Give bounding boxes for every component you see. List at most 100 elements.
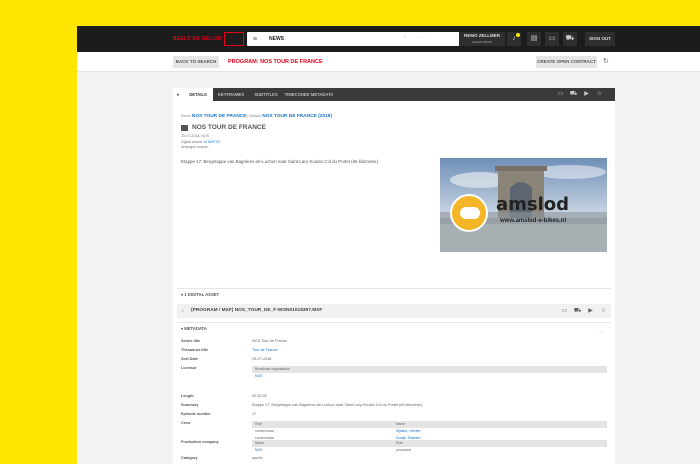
more-options-icon[interactable]: ⋯ bbox=[419, 34, 426, 42]
divider bbox=[177, 288, 611, 289]
metadata-section-header[interactable]: ▾ METADATA bbox=[181, 326, 207, 331]
more-options-icon[interactable]: ⋯ bbox=[599, 330, 604, 336]
cart-icon[interactable]: ⛟ bbox=[563, 32, 577, 46]
cart-icon[interactable]: ⛟ bbox=[573, 306, 582, 316]
user-role: SALES ADMIN bbox=[471, 40, 492, 44]
metadata-row-summary: Summary Etappe 17: Bergetappe van Bagnèr… bbox=[181, 401, 611, 409]
top-navigation-bar: BEELD EN GELUID ≡ NEWS × ⌕ ⋯ REMO ZELLME… bbox=[77, 26, 700, 52]
digital-asset-section-header[interactable]: ▾ 1 DIGITAL ASSET bbox=[181, 292, 219, 297]
folder-icon[interactable]: ▭ bbox=[560, 306, 569, 316]
tab-details[interactable]: DETAILS bbox=[183, 88, 213, 101]
season-prefix: Season bbox=[249, 114, 262, 118]
digital-assets-link[interactable]: 1x MXF22 bbox=[203, 140, 219, 144]
search-input[interactable]: NEWS bbox=[269, 36, 466, 42]
licensor-table: Broadcast organisation NOS bbox=[252, 366, 607, 380]
cart-icon[interactable]: ⛟ bbox=[569, 90, 578, 99]
licensor-label: Licensor bbox=[181, 366, 197, 370]
user-account-button[interactable]: REMO ZELLMER SALES ADMIN bbox=[459, 32, 505, 46]
detail-card: ▾ DETAILS KEYFRAMES SUBTITLES TIMECODED … bbox=[173, 88, 615, 464]
thesaurus-label: Thesaurus title bbox=[181, 348, 209, 352]
prod-name-link[interactable]: NOS bbox=[255, 447, 262, 454]
crew-name-link[interactable]: Dijkstra, Herbert bbox=[396, 428, 421, 435]
thumbnail-image[interactable]: amslod www.amslod-e-bikes.nl bbox=[440, 158, 607, 252]
metadata-section-title: METADATA bbox=[184, 326, 207, 331]
series-title-value: NOS Tour de France bbox=[252, 339, 287, 343]
licensor-link[interactable]: NOS bbox=[255, 373, 262, 380]
sort-date-value: 25-07-2018 bbox=[252, 357, 272, 361]
folder-icon[interactable]: ▭ bbox=[556, 90, 565, 99]
metadata-row-production: Production company Name Role NOS produce… bbox=[181, 438, 611, 464]
episode-label: Episode number bbox=[181, 412, 211, 416]
metadata-row-series-title: Series title NOS Tour de France bbox=[181, 337, 611, 345]
crew-label: Crew bbox=[181, 421, 191, 425]
licensor-head: Broadcast organisation bbox=[255, 367, 290, 371]
user-name: REMO ZELLMER bbox=[464, 33, 500, 38]
table-row: NOS bbox=[252, 373, 607, 380]
tab-subtitles[interactable]: SUBTITLES bbox=[249, 88, 283, 101]
notification-badge bbox=[516, 33, 520, 37]
folder-icon[interactable]: ▭ bbox=[545, 32, 559, 46]
episode-value: 17 bbox=[252, 412, 257, 416]
analogue-assets-label: Analogue assets bbox=[181, 145, 208, 149]
series-link[interactable]: NOS TOUR DE FRANCE bbox=[192, 114, 247, 119]
search-bar[interactable]: ≡ NEWS × bbox=[247, 32, 475, 46]
brand-logo[interactable]: BEELD EN GELUID bbox=[173, 32, 244, 46]
table-row: NOS producent bbox=[252, 447, 607, 454]
crew-role: commentaar bbox=[255, 429, 274, 433]
digital-asset-section-title: 1 DIGITAL ASSET bbox=[184, 292, 220, 297]
prod-role: producent bbox=[396, 448, 412, 452]
thumb-url-text: www.amslod-e-bikes.nl bbox=[500, 218, 567, 224]
length-value: 02:30:05 bbox=[252, 394, 267, 398]
table-header: Broadcast organisation bbox=[252, 366, 607, 373]
digital-asset-filename: (PROGRAM / MXF) NOS_TOUR_DE_F-WON0101839… bbox=[191, 308, 323, 313]
series-prefix: Series bbox=[181, 114, 191, 118]
play-icon[interactable]: ▶ bbox=[582, 90, 591, 99]
production-label: Production company bbox=[181, 440, 219, 444]
analogue-assets-value: - bbox=[208, 145, 210, 149]
sort-date-label: Sort Date bbox=[181, 357, 198, 361]
menu-icon[interactable]: ≡ bbox=[253, 36, 263, 43]
tab-timecoded-metadata[interactable]: TIMECODED METADATA bbox=[283, 88, 335, 101]
brand-logo-icon bbox=[450, 194, 488, 232]
refresh-icon[interactable]: ↻ bbox=[603, 56, 609, 68]
star-icon[interactable]: ☆ bbox=[595, 90, 604, 99]
table-row: commentaar Dijkstra, Herbert bbox=[252, 428, 607, 435]
asset-title: NOS TOUR DE FRANCE bbox=[181, 124, 266, 131]
play-icon[interactable]: ▶ bbox=[586, 306, 595, 316]
logo-mark bbox=[223, 32, 244, 46]
digital-asset-row[interactable]: › (PROGRAM / MXF) NOS_TOUR_DE_F-WON01018… bbox=[177, 304, 611, 318]
document-icon[interactable]: ▤ bbox=[527, 32, 541, 46]
breadcrumb: Series NOS TOUR DE FRANCE | Season NOS T… bbox=[181, 114, 332, 119]
crew-head-name: Name bbox=[396, 422, 406, 426]
thumb-brand-text: amslod bbox=[496, 194, 570, 215]
prod-head-name: Name bbox=[255, 441, 265, 445]
metadata-row-sort-date: Sort Date 25-07-2018 bbox=[181, 355, 611, 363]
thesaurus-link[interactable]: Tour de France bbox=[252, 346, 278, 354]
prod-head-role: Role bbox=[396, 441, 403, 445]
description: Etappe 17: Bergetappe van Bagnères-de-Lu… bbox=[181, 159, 380, 164]
production-table: Name Role NOS producent bbox=[252, 440, 607, 454]
app-window: BEELD EN GELUID ≡ NEWS × ⌕ ⋯ REMO ZELLME… bbox=[77, 26, 700, 464]
tab-keyframes[interactable]: KEYFRAMES bbox=[213, 88, 249, 101]
length-label: Length bbox=[181, 394, 194, 398]
metadata-row-episode: Episode number 17 bbox=[181, 410, 611, 418]
tab-bar: ▾ DETAILS KEYFRAMES SUBTITLES TIMECODED … bbox=[173, 88, 615, 101]
collapse-icon[interactable]: ▾ bbox=[173, 88, 183, 101]
expand-icon[interactable]: › bbox=[182, 304, 184, 318]
logo-text: BEELD EN GELUID bbox=[173, 36, 222, 42]
metadata-row-thesaurus: Thesaurus title Tour de France bbox=[181, 346, 611, 354]
table-header: Name Role bbox=[252, 440, 607, 447]
bell-icon[interactable]: ♪ bbox=[507, 32, 521, 46]
program-header-bar: BACK TO SEARCH PROGRAM: NOS TOUR DE FRAN… bbox=[77, 52, 700, 72]
season-link[interactable]: NOS TOUR DE FRANCE (2018) bbox=[262, 114, 332, 119]
digital-assets-label: Digital assets bbox=[181, 140, 203, 144]
date-line: 25-07-2018, NOS bbox=[181, 134, 210, 138]
star-icon[interactable]: ☆ bbox=[599, 306, 608, 316]
back-to-search-button[interactable]: BACK TO SEARCH bbox=[173, 56, 219, 68]
sign-out-button[interactable]: SIGN OUT bbox=[585, 32, 615, 46]
page-title: PROGRAM: NOS TOUR DE FRANCE bbox=[228, 59, 323, 65]
analogue-assets-line: Analogue assets - bbox=[181, 145, 210, 149]
search-icon[interactable]: ⌕ bbox=[403, 34, 407, 42]
create-open-contract-button[interactable]: CREATE OPEN CONTRACT bbox=[536, 56, 597, 68]
series-title-label: Series title bbox=[181, 339, 201, 343]
